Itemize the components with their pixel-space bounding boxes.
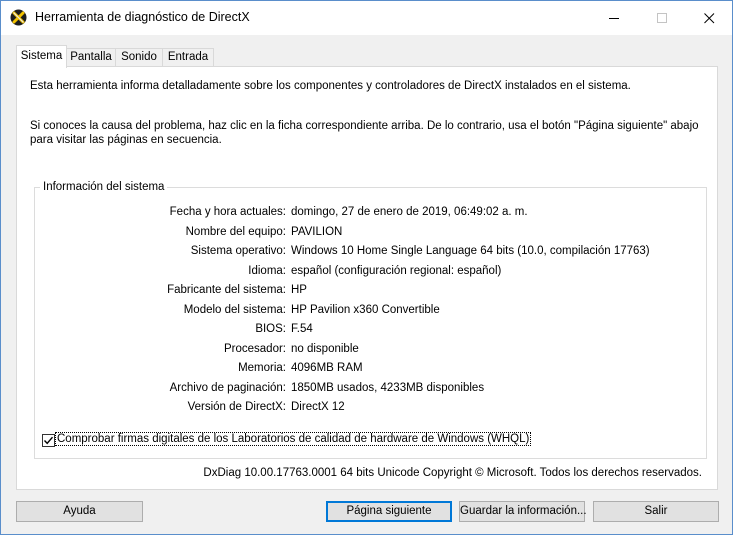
info-value: F.54 [291,323,313,335]
info-value: HP Pavilion x360 Convertible [291,303,440,316]
title-bar[interactable]: Herramienta de diagnóstico de DirectX [1,1,732,35]
minimize-button[interactable] [591,1,637,35]
info-row-pagefile: Archivo de paginación: 1850MB usados, 42… [35,382,706,398]
info-row-bios: BIOS: F.54 [35,323,706,339]
info-label: Procesador: [223,342,286,355]
info-label: Archivo de paginación: [169,381,286,394]
window-title: Herramienta de diagnóstico de DirectX [35,10,250,24]
info-row-manufacturer: Fabricante del sistema: HP [35,284,706,300]
system-info-group: Información del sistema Fecha y hora act… [34,181,707,459]
info-label: Versión de DirectX: [187,401,286,413]
tab-panel-sistema: Esta herramienta informa detalladamente … [16,66,718,490]
info-row-os: Sistema operativo: Windows 10 Home Singl… [35,245,706,261]
info-row-date: Fecha y hora actuales: domingo, 27 de en… [35,206,706,222]
minimize-icon [609,18,619,19]
info-value: español (configuración regional: español… [291,264,502,277]
info-row-computer-name: Nombre del equipo: PAVILION [35,226,706,242]
info-value: HP [291,284,307,296]
info-row-memory: Memoria: 4096MB RAM [35,362,706,378]
directx-icon [10,9,27,26]
tab-sonido[interactable]: Sonido [115,48,163,66]
whql-checkbox-label[interactable]: Comprobar firmas digitales de los Labora… [54,432,532,446]
info-value: no disponible [291,342,359,355]
version-copyright-text: DxDiag 10.00.17763.0001 64 bits Unicode … [203,467,702,479]
info-label: Sistema operativo: [190,245,286,257]
tab-pantalla[interactable]: Pantalla [66,48,116,66]
info-row-directx-version: Versión de DirectX: DirectX 12 [35,401,706,417]
checkmark-icon [43,436,54,445]
group-title: Información del sistema [40,181,168,193]
info-label: Fecha y hora actuales: [169,206,286,218]
info-value: domingo, 27 de enero de 2019, 06:49:02 a… [291,206,528,218]
info-label: Modelo del sistema: [183,303,286,316]
info-value: PAVILION [291,225,343,238]
whql-checkbox[interactable] [42,434,55,447]
info-label: Nombre del equipo: [185,225,286,238]
info-label: Fabricante del sistema: [167,284,286,296]
info-value: Windows 10 Home Single Language 64 bits … [291,245,650,257]
save-info-button[interactable]: Guardar la información... [459,501,587,522]
info-row-language: Idioma: español (configuración regional:… [35,265,706,281]
info-label: BIOS: [255,323,286,335]
tab-sistema[interactable]: Sistema [16,45,67,68]
info-row-model: Modelo del sistema: HP Pavilion x360 Con… [35,304,706,320]
dxdiag-window: Herramienta de diagnóstico de DirectX Si… [0,0,733,535]
close-icon [704,13,715,24]
exit-button[interactable]: Salir [593,501,719,522]
info-value: DirectX 12 [291,401,345,413]
info-value: 4096MB RAM [291,362,363,374]
info-value: 1850MB usados, 4233MB disponibles [291,381,485,394]
info-label: Memoria: [238,362,286,374]
help-button[interactable]: Ayuda [16,501,143,522]
instruction-text: Si conoces la causa del problema, haz cl… [30,120,699,146]
info-row-processor: Procesador: no disponible [35,343,706,359]
intro-text: Esta herramienta informa detalladamente … [30,80,631,92]
tab-entrada[interactable]: Entrada [162,48,214,66]
next-page-button[interactable]: Página siguiente [326,501,452,522]
info-label: Idioma: [248,264,286,277]
close-button[interactable] [686,1,732,35]
maximize-icon [657,13,667,23]
maximize-button[interactable] [639,1,685,35]
